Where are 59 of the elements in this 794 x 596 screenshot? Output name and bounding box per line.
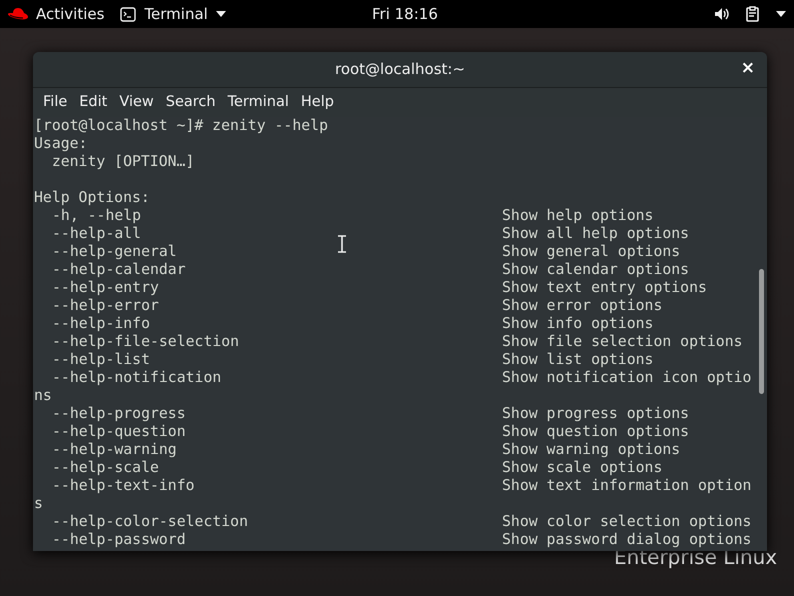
- option-name: --help-error: [52, 297, 159, 314]
- close-button[interactable]: ×: [738, 60, 757, 77]
- menu-item[interactable]: Edit: [73, 88, 114, 117]
- option-description: Show error options: [502, 297, 662, 315]
- terminal-line: zenity [OPTION…]: [50, 153, 194, 171]
- text-cursor-icon: [337, 235, 347, 253]
- option-name: --help-list: [52, 351, 150, 368]
- window-title: root@localhost:~: [334, 59, 466, 80]
- option-description: Show warning options: [502, 441, 680, 459]
- option-description: Show scale options: [502, 459, 662, 477]
- option-name: --help-file-selection: [52, 333, 240, 350]
- option-description: Show general options: [502, 243, 680, 261]
- hat-logo-icon: [8, 7, 28, 21]
- option-description: Show question options: [502, 423, 690, 441]
- option-description: Show password dialog options: [502, 531, 752, 549]
- clipboard-icon[interactable]: [746, 6, 760, 22]
- caret-icon: [216, 11, 226, 17]
- option-name: --help-entry: [52, 279, 159, 296]
- terminal-line: Help Options:: [34, 189, 150, 207]
- option-description: Show color selection options: [502, 513, 752, 531]
- terminal-line: ns: [34, 387, 52, 405]
- terminal-line: [root@localhost ~]# zenity --help: [34, 117, 328, 135]
- option-description: Show calendar options: [502, 261, 690, 279]
- volume-icon[interactable]: [714, 7, 730, 21]
- menu-item[interactable]: Help: [294, 88, 340, 117]
- menu-item[interactable]: Search: [160, 88, 222, 117]
- menu-item[interactable]: File: [37, 88, 74, 117]
- option-description: Show notification icon optio: [502, 369, 752, 387]
- scrollbar-thumb[interactable]: [759, 269, 764, 394]
- option-description: Show info options: [502, 315, 654, 333]
- option-description: Show help options: [502, 207, 654, 225]
- option-name: --help-password: [52, 531, 186, 548]
- app-menu-button[interactable]: Terminal: [120, 2, 226, 26]
- option-name: --help-notification: [52, 369, 222, 386]
- option-name: --help-info: [52, 315, 150, 332]
- option-description: Show text information option: [502, 477, 752, 495]
- option-description: Show all help options: [502, 225, 690, 243]
- option-description: Show file selection options: [502, 333, 743, 351]
- menu-item[interactable]: View: [113, 88, 160, 117]
- terminal-line: s: [34, 495, 43, 513]
- option-name: --help-question: [52, 423, 186, 440]
- activities-button[interactable]: Activities: [8, 2, 104, 26]
- option-name: --help-progress: [52, 405, 186, 422]
- option-name: --help-all: [52, 225, 142, 242]
- menu-item[interactable]: Terminal: [222, 88, 295, 117]
- option-name: --help-scale: [52, 459, 159, 476]
- option-description: Show progress options: [502, 405, 690, 423]
- caret-icon[interactable]: [776, 11, 786, 17]
- option-name: --help-calendar: [52, 261, 186, 278]
- option-name: --help-warning: [52, 441, 177, 458]
- option-name: --help-color-selection: [52, 513, 248, 530]
- option-name: -h, --help: [52, 207, 142, 224]
- option-name: --help-text-info: [52, 477, 195, 494]
- option-description: Show list options: [502, 351, 654, 369]
- option-name: --help-general: [52, 243, 177, 260]
- terminal-line: Usage:: [34, 135, 88, 153]
- clock-button[interactable]: Fri 18:16: [372, 2, 438, 26]
- terminal-icon: [120, 6, 136, 22]
- option-description: Show text entry options: [502, 279, 707, 297]
